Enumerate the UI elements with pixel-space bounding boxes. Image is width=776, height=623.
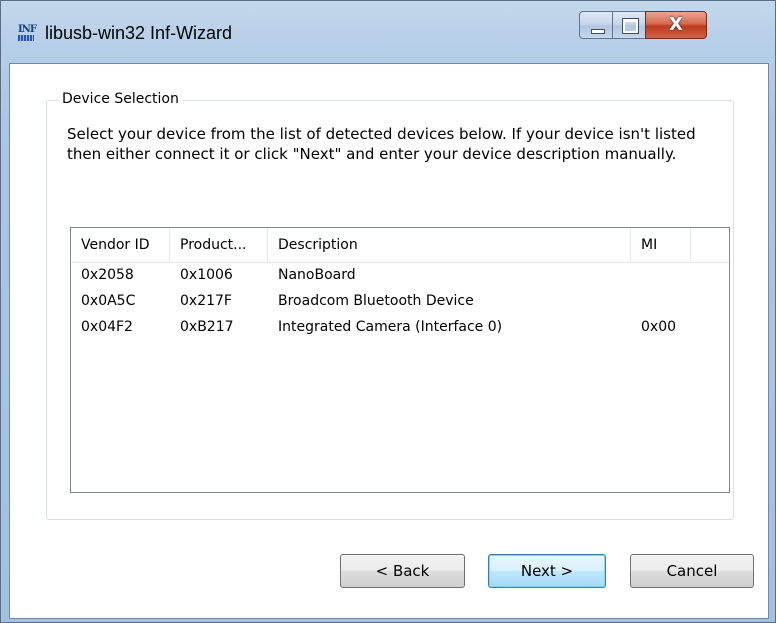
cell-vendor-id: 0x2058 <box>81 267 134 283</box>
app-icon-label: INF <box>18 24 37 35</box>
client-area: Device Selection Select your device from… <box>9 63 769 619</box>
column-header-description[interactable]: Description <box>268 228 631 262</box>
cell-product-id: 0x1006 <box>180 267 233 283</box>
maximize-button[interactable] <box>612 11 646 39</box>
table-row[interactable]: 0x2058 0x1006 NanoBoard <box>71 262 729 288</box>
cell-mi: 0x00 <box>641 319 677 335</box>
list-rows: 0x2058 0x1006 NanoBoard 0x0A5C 0x217F Br… <box>71 262 729 340</box>
close-button[interactable]: X <box>645 11 707 39</box>
title-bar[interactable]: INF libusb-win32 Inf-Wizard X <box>1 1 775 64</box>
minimize-icon <box>591 29 605 34</box>
column-header-mi[interactable]: MI <box>631 228 691 262</box>
instructions-text: Select your device from the list of dete… <box>67 125 696 163</box>
inf-wizard-icon: INF <box>18 24 37 43</box>
column-header-vendor-id[interactable]: Vendor ID <box>71 228 170 262</box>
table-row[interactable]: 0x0A5C 0x217F Broadcom Bluetooth Device <box>71 288 729 314</box>
cell-vendor-id: 0x0A5C <box>81 293 136 309</box>
group-legend: Device Selection <box>59 91 182 107</box>
cell-product-id: 0x217F <box>180 293 232 309</box>
cell-description: Broadcom Bluetooth Device <box>278 293 474 309</box>
window-title: libusb-win32 Inf-Wizard <box>45 23 233 43</box>
table-row[interactable]: 0x04F2 0xB217 Integrated Camera (Interfa… <box>71 314 729 340</box>
cell-product-id: 0xB217 <box>180 319 234 335</box>
cell-vendor-id: 0x04F2 <box>81 319 133 335</box>
wizard-window: INF libusb-win32 Inf-Wizard X Device Sel… <box>0 0 776 623</box>
back-button[interactable]: < Back <box>340 554 465 588</box>
minimize-button[interactable] <box>579 11 613 39</box>
device-list[interactable]: Vendor ID Product... Description MI 0x20… <box>70 227 730 493</box>
maximize-icon <box>622 18 639 34</box>
column-header-filler <box>691 228 729 262</box>
cell-description: Integrated Camera (Interface 0) <box>278 319 503 335</box>
close-icon: X <box>669 14 683 35</box>
column-header-product-id[interactable]: Product... <box>170 228 268 262</box>
next-button[interactable]: Next > <box>488 554 606 588</box>
app-icon-graphic <box>18 35 34 41</box>
cancel-button[interactable]: Cancel <box>630 554 754 588</box>
cell-description: NanoBoard <box>278 267 356 283</box>
list-header: Vendor ID Product... Description MI <box>71 228 729 263</box>
